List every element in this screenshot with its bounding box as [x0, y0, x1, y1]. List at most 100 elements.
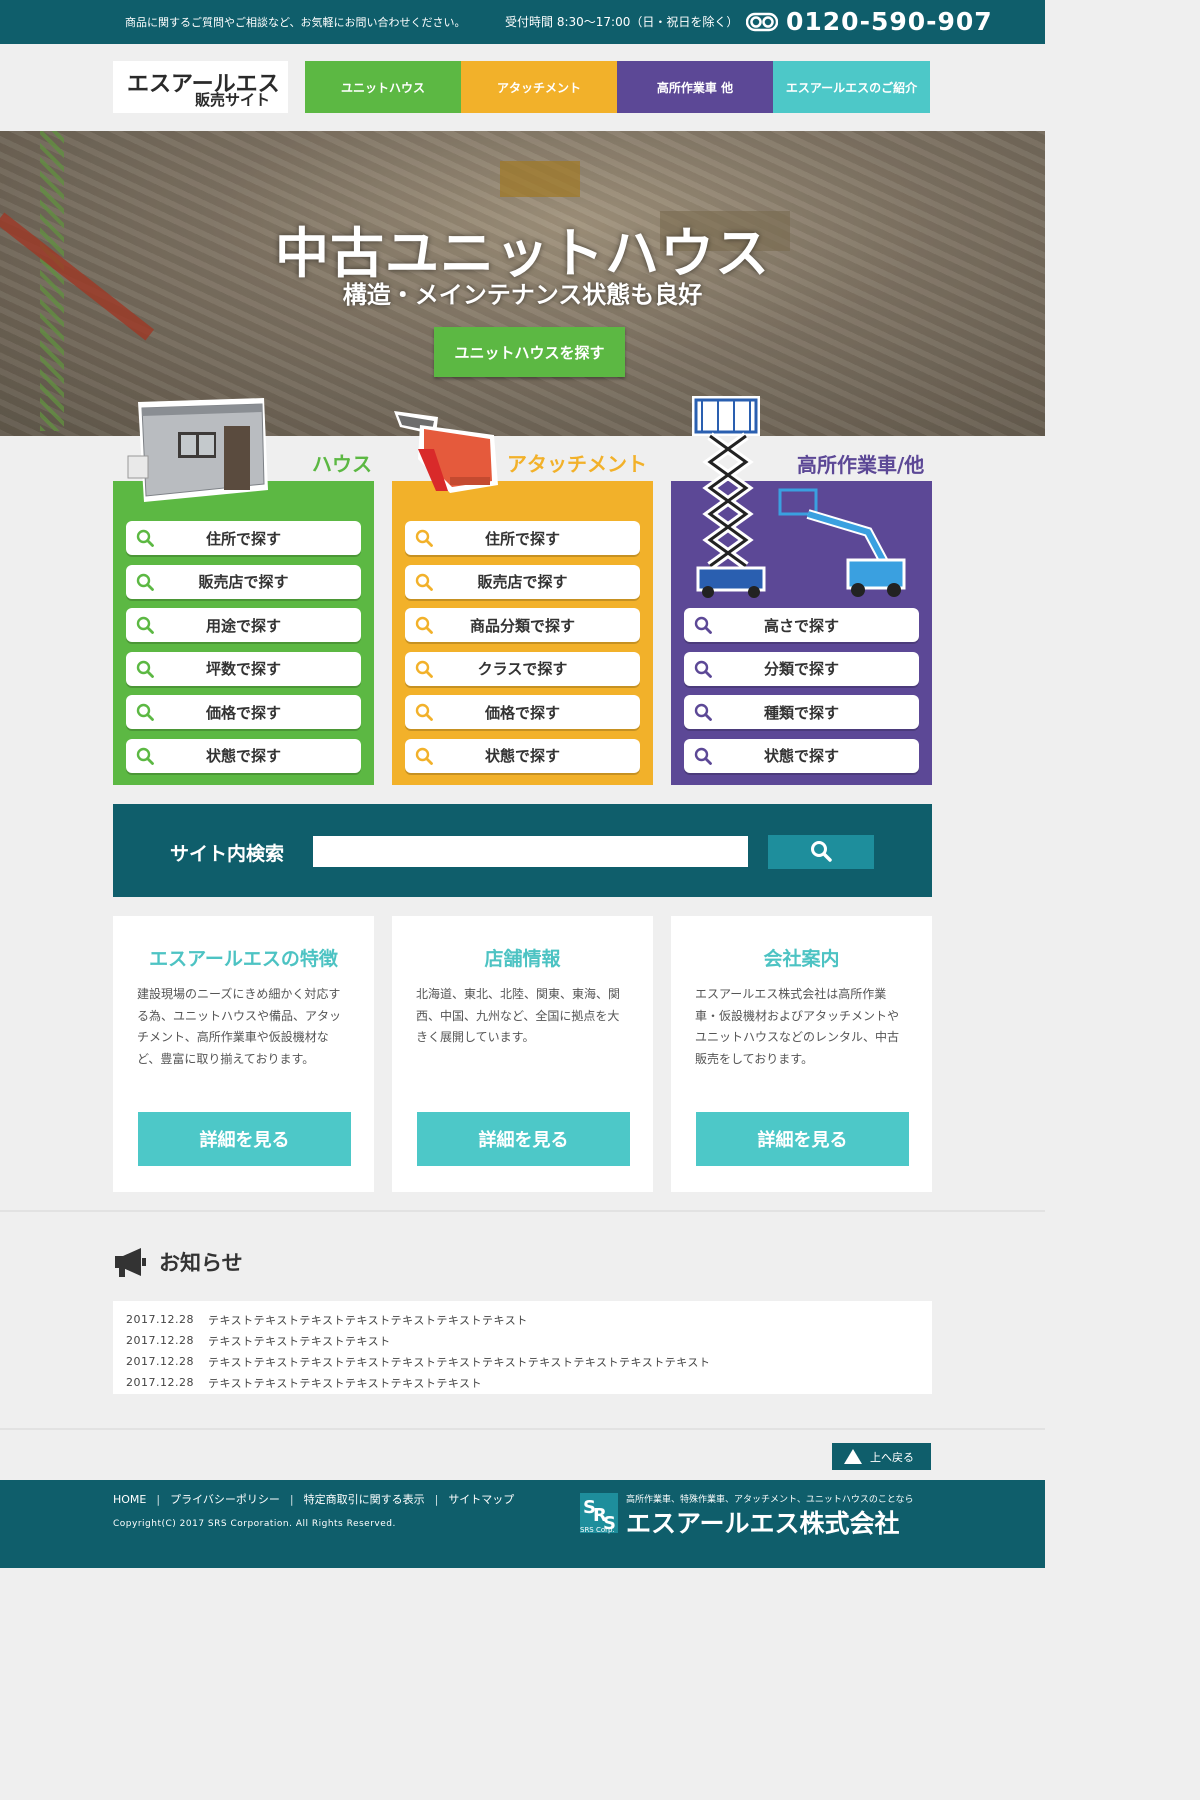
top-bar: 商品に関するご質問やご相談など、お気軽にお問い合わせください。 受付時間 8:3…	[0, 0, 1045, 44]
site-search-button[interactable]	[768, 835, 874, 869]
info-card-text: 北海道、東北、北陸、関東、東海、関西、中国、九州など、全国に拠点を大きく展開して…	[416, 987, 621, 1044]
search-by-button[interactable]: 高さで探す	[684, 608, 919, 642]
site-search-label: サイト内検索	[170, 843, 285, 865]
news-item[interactable]: 2017.12.28 テキストテキストテキストテキストテキストテキスト	[126, 1372, 919, 1393]
hero-banner: 中古ユニットハウス 構造・メインテナンス状態も良好 ユニットハウスを探す	[0, 131, 1045, 436]
search-icon	[136, 747, 154, 765]
search-by-button[interactable]: 住所で探す	[405, 521, 640, 555]
search-icon	[694, 747, 712, 765]
search-by-label: 用途で探す	[205, 616, 281, 635]
nav-about[interactable]: エスアールエスのご紹介	[773, 61, 930, 113]
news-date: 2017.12.28	[126, 1376, 194, 1389]
news-text: テキストテキストテキストテキストテキストテキストテキストテキストテキストテキスト…	[208, 1355, 711, 1369]
nav-label: アタッチメント	[496, 80, 581, 95]
footer-nav-link[interactable]: 特定商取引に関する表示	[304, 1491, 425, 1507]
footer-nav-separator: |	[289, 1492, 294, 1506]
megaphone-icon	[115, 1248, 146, 1277]
details-button[interactable]: 詳細を見る	[138, 1112, 351, 1166]
search-by-label: 販売店で探す	[477, 573, 568, 592]
nav-unit-house[interactable]: ユニットハウス	[305, 61, 461, 113]
news-date: 2017.12.28	[126, 1355, 194, 1368]
search-by-label: 状態で探す	[763, 747, 839, 766]
inquiry-text: 商品に関するご質問やご相談など、お気軽にお問い合わせください。	[125, 16, 466, 29]
details-button[interactable]: 詳細を見る	[417, 1112, 630, 1166]
free-dial-icon	[746, 12, 778, 31]
unit-house-image	[127, 398, 268, 502]
find-unit-house-button[interactable]: ユニットハウスを探す	[434, 327, 625, 377]
phone-number: 0120-590-907	[786, 7, 993, 36]
search-by-button[interactable]: 用途で探す	[126, 608, 361, 643]
category-house: 住所で探す販売店で探す 用途で探す坪数で探す価格で探す状態で探す	[113, 481, 374, 785]
info-card-features: エスアールエスの特徴 建設現場のニーズにきめ細かく対応する為、ユニットハウスや備…	[113, 916, 374, 1192]
site-search-input[interactable]	[313, 836, 748, 867]
news-date: 2017.12.28	[126, 1313, 194, 1326]
arrow-up-icon	[844, 1449, 862, 1464]
search-icon	[136, 660, 154, 678]
search-by-button[interactable]: 状態で探す	[405, 738, 640, 773]
search-by-button[interactable]: 販売店で探す	[405, 564, 640, 599]
nav-label: エスアールエスのご紹介	[785, 80, 918, 95]
hero-subtitle: 構造・メインテナンス状態も良好	[342, 281, 703, 309]
nav-attachment[interactable]: アタッチメント	[461, 61, 617, 113]
search-by-button[interactable]: クラスで探す	[405, 651, 640, 686]
footer: HOME | プライバシーポリシー | 特定商取引に関する表示 | サイトマップ Copyr…	[0, 1480, 1045, 1568]
footer-nav-separator: |	[156, 1492, 161, 1506]
search-by-label: 坪数で探す	[205, 660, 281, 679]
attachment-search-list: 住所で探す販売店で探す商品分類で探すクラスで探す 価格で探す状態で探す	[405, 521, 640, 783]
news-text: テキストテキストテキストテキストテキストテキストテキスト	[208, 1313, 528, 1327]
search-by-label: クラスで探す	[477, 660, 568, 679]
search-icon	[415, 573, 433, 591]
search-icon	[415, 660, 433, 678]
nav-label: 高所作業車 他	[656, 80, 734, 95]
phone-contact[interactable]: 0120-590-907	[746, 7, 993, 36]
search-by-button[interactable]: 住所で探す	[126, 521, 361, 555]
section-divider	[0, 1428, 1045, 1430]
search-by-button[interactable]: 状態で探す	[126, 738, 361, 773]
info-card-title: 会社案内	[763, 948, 840, 970]
logo-subtitle: 販売サイト	[195, 91, 271, 109]
info-card-company: 会社案内 エスアールエス株式会社は高所作業車・仮設機材およびアタッチメントやユニ…	[671, 916, 932, 1192]
search-by-label: 価格で探す	[205, 703, 281, 722]
search-icon	[415, 704, 433, 722]
site-search: サイト内検索	[113, 804, 932, 897]
news-text: テキストテキストテキストテキスト	[208, 1334, 391, 1348]
news-text: テキストテキストテキストテキストテキストテキスト	[208, 1376, 483, 1390]
search-by-label: 種類で探す	[763, 703, 839, 722]
site-logo[interactable]: エスアールエス 販売サイト	[113, 61, 288, 113]
search-by-label: 販売店で探す	[198, 573, 289, 592]
nav-aerial-work[interactable]: 高所作業車 他	[617, 61, 773, 113]
search-by-button[interactable]: 価格で探す	[126, 695, 361, 730]
news-item[interactable]: 2017.12.28 テキストテキストテキストテキストテキストテキストテキスト	[126, 1309, 919, 1330]
search-by-button[interactable]: 商品分類で探す	[405, 608, 640, 643]
aerial-search-list: 高さで探す分類で探す種類で探す状態で探す	[684, 608, 919, 782]
search-by-button[interactable]: 種類で探す	[684, 695, 919, 730]
news-date: 2017.12.28	[126, 1334, 194, 1347]
search-by-button[interactable]: 坪数で探す	[126, 651, 361, 686]
news-list: 2017.12.28 テキストテキストテキストテキストテキストテキストテキスト 20…	[113, 1301, 932, 1394]
search-icon	[136, 529, 154, 547]
info-card-text: 建設現場のニーズにきめ細かく対応する為、ユニットハウスや備品、アタッチメント、高…	[137, 987, 342, 1066]
footer-nav-link[interactable]: サイトマップ	[448, 1491, 514, 1507]
back-to-top-button[interactable]: 上へ戻る	[832, 1443, 931, 1470]
news-title: お知らせ	[159, 1251, 243, 1275]
search-by-label: 住所で探す	[484, 529, 560, 548]
footer-nav-link[interactable]: HOME	[113, 1493, 146, 1506]
footer-nav-link[interactable]: プライバシーポリシー	[170, 1491, 280, 1507]
search-by-button[interactable]: 分類で探す	[684, 651, 919, 686]
search-by-label: 価格で探す	[484, 703, 560, 722]
search-by-button[interactable]: 状態で探す	[684, 738, 919, 773]
global-nav: ユニットハウス アタッチメント 高所作業車 他 エスアールエスのご紹介	[305, 61, 930, 113]
bucket-attachment-image	[394, 411, 498, 493]
search-by-label: 状態で探す	[484, 747, 560, 766]
search-by-button[interactable]: 価格で探す	[405, 695, 640, 730]
category-label-house: ハウス	[312, 452, 372, 476]
search-icon	[694, 660, 712, 678]
search-by-button[interactable]: 販売店で探す	[126, 564, 361, 599]
news-item[interactable]: 2017.12.28 テキストテキストテキストテキストテキストテキストテキストテキ…	[126, 1351, 919, 1372]
copyright: Copyright(C) 2017 SRS Corporation. All R…	[113, 1519, 396, 1529]
news-item[interactable]: 2017.12.28 テキストテキストテキストテキスト	[126, 1330, 919, 1351]
details-button[interactable]: 詳細を見る	[696, 1112, 909, 1166]
section-divider	[0, 1210, 1045, 1212]
back-to-top-label: 上へ戻る	[870, 1450, 914, 1464]
category-attachment: 住所で探す販売店で探す商品分類で探すクラスで探す 価格で探す状態で探す	[392, 481, 653, 785]
